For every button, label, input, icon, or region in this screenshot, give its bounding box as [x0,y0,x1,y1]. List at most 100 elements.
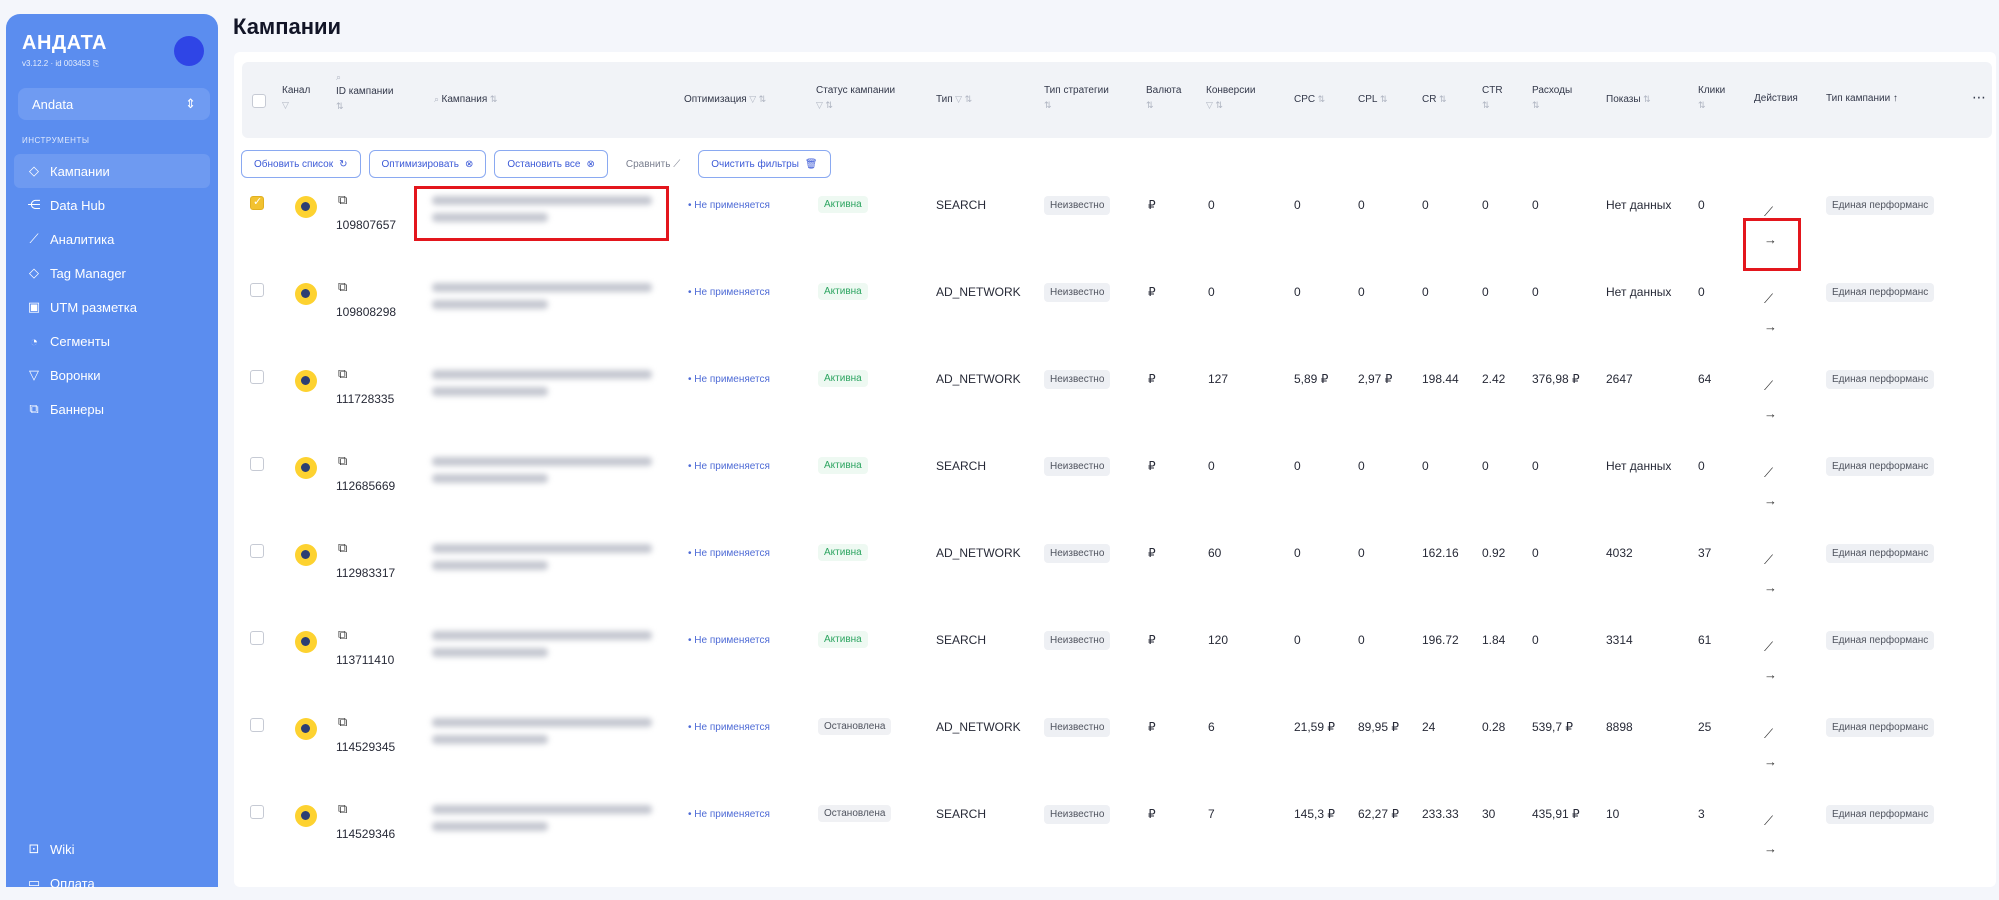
filter-icon[interactable]: ▽ ⇅ [1206,100,1223,110]
row-checkbox[interactable] [250,457,264,471]
arrow-right-icon[interactable]: → [1764,667,1777,682]
chart-icon[interactable]: ⟋ [1764,726,1773,742]
col-impressions[interactable]: Показы ⇅ [1606,92,1651,107]
chart-icon[interactable]: ⟋ [1764,378,1773,394]
col-currency[interactable]: Валюта ⇅ [1146,84,1181,113]
sort-asc-icon[interactable]: ↑ [1890,93,1898,104]
sort-icon[interactable]: ⇅ [336,101,344,111]
sidebar-item-funnels[interactable]: ▽ Воронки [14,358,210,392]
filter-icon[interactable]: ▽ ⇅ [747,94,766,104]
sidebar-item-segments[interactable]: ◔ Сегменты [14,324,210,358]
row-checkbox[interactable] [250,631,264,645]
arrow-right-icon[interactable]: → [1764,493,1777,508]
sort-icon[interactable]: ⇅ [487,94,498,104]
campaign-name[interactable] [432,457,664,491]
col-strategy[interactable]: Тип стратегии ⇅ [1044,84,1109,113]
row-checkbox[interactable] [250,195,264,210]
sidebar-item-banners[interactable]: ⧉ Баннеры [14,392,210,426]
arrow-right-icon[interactable]: → [1764,319,1777,334]
col-channel[interactable]: Канал ▽ [282,84,310,113]
chart-icon[interactable]: ⟋ [1764,813,1773,829]
search-icon[interactable]: ⌕ [336,72,341,82]
sort-icon[interactable]: ⇅ [1436,94,1447,104]
col-cpc[interactable]: CPC ⇅ [1294,92,1325,107]
row-checkbox[interactable] [250,370,264,384]
row-checkbox[interactable] [250,283,264,297]
sort-icon[interactable]: ⇅ [1641,94,1651,104]
row-checkbox[interactable] [250,718,264,732]
row-checkbox[interactable] [250,544,264,558]
campaign-name[interactable] [432,544,664,578]
campaign-name[interactable] [432,805,664,839]
arrow-right-icon[interactable]: → [1764,841,1777,856]
copy-icon[interactable]: ⧉ [338,540,347,556]
avatar[interactable] [174,36,204,66]
col-campaign-type[interactable]: Тип кампании ↑ [1826,92,1898,106]
search-icon[interactable]: ⌕ [434,94,442,104]
chart-icon[interactable]: ⟋ [1764,552,1773,568]
table-row[interactable]: ⧉ 109808298 • Не применяется Активна AD_… [242,275,1992,362]
copy-icon[interactable]: ⧉ [338,366,347,382]
sidebar-item-wiki[interactable]: ⊡ Wiki [14,832,210,866]
table-row[interactable]: ⧉ 114529346 • Не применяется Остановлена… [242,797,1992,884]
table-row[interactable]: ⧉ 111728335 • Не применяется Активна AD_… [242,362,1992,449]
copy-icon[interactable]: ⧉ [338,627,347,643]
col-spend[interactable]: Расходы ⇅ [1532,84,1572,113]
sort-icon[interactable]: ⇅ [1698,100,1706,110]
table-row[interactable]: ⧉ 113711410 • Не применяется Активна SEA… [242,623,1992,710]
copy-icon[interactable]: ⧉ [338,801,347,817]
sidebar-item-data-hub[interactable]: ⋲ Data Hub [14,188,210,222]
more-columns-button[interactable]: ⋯ [1972,90,1986,104]
copy-icon[interactable]: ⧉ [338,192,347,208]
arrow-right-icon[interactable]: → [1764,406,1777,421]
workspace-select[interactable]: Andata ⇕ [18,88,210,120]
col-optimization[interactable]: Оптимизация ▽ ⇅ [684,92,766,107]
chart-icon[interactable]: ⟋ [1764,291,1773,307]
sidebar-item-analytics[interactable]: ⟋ Аналитика [14,222,210,256]
sort-icon[interactable]: ⇅ [1315,94,1326,104]
campaign-name[interactable] [432,283,664,317]
col-clicks[interactable]: Клики ⇅ [1698,84,1725,113]
campaign-name[interactable] [432,718,664,752]
select-all-checkbox[interactable] [252,94,266,108]
clear-filters-button[interactable]: Очистить фильтры 🗑 [698,150,831,178]
col-id[interactable]: ⌕ ID кампании ⇅ [336,70,393,114]
filter-icon[interactable]: ▽ ⇅ [816,100,833,110]
table-row[interactable]: ⧉ 112983317 • Не применяется Активна AD_… [242,536,1992,623]
brand-logo[interactable]: АНДАТА [22,32,107,55]
sort-icon[interactable]: ⇅ [1146,100,1154,110]
col-status[interactable]: Статус кампании ▽ ⇅ [816,84,916,113]
sort-icon[interactable]: ⇅ [1482,100,1490,110]
sort-icon[interactable]: ⇅ [1044,100,1052,110]
sidebar-item-payment[interactable]: ▭ Оплата [14,866,210,900]
copy-icon[interactable]: ⧉ [338,453,347,469]
col-cr[interactable]: CR ⇅ [1422,92,1447,107]
sidebar-item-campaigns[interactable]: ◇ Кампании [14,154,210,188]
campaign-name[interactable] [432,370,664,404]
filter-icon[interactable]: ▽ ⇅ [953,94,972,104]
copy-icon[interactable]: ⧉ [338,279,347,295]
sort-icon[interactable]: ⇅ [1377,94,1388,104]
copy-icon[interactable]: ⧉ [338,714,347,730]
stop-all-button[interactable]: Остановить все ⊗ [494,150,608,178]
arrow-right-icon[interactable]: → [1764,580,1777,595]
campaign-name[interactable] [432,631,664,665]
row-checkbox[interactable] [250,805,264,819]
filter-icon[interactable]: ▽ [282,100,289,110]
table-row[interactable]: ⧉ 114529345 • Не применяется Остановлена… [242,710,1992,797]
chart-icon[interactable]: ⟋ [1764,465,1773,481]
optimize-button[interactable]: Оптимизировать ⊗ [368,150,487,178]
col-campaign[interactable]: ⌕ Кампания ⇅ [434,92,497,107]
compare-button[interactable]: Сравнить ⟋ [616,159,690,170]
arrow-right-icon[interactable]: → [1764,754,1777,769]
sidebar-item-tag-manager[interactable]: ◇ Tag Manager [14,256,210,290]
sidebar-item-utm[interactable]: ▣ UTM разметка [14,290,210,324]
col-ctr[interactable]: CTR ⇅ [1482,84,1503,113]
sort-icon[interactable]: ⇅ [1532,100,1540,110]
chart-icon[interactable]: ⟋ [1764,639,1773,655]
col-cpl[interactable]: CPL ⇅ [1358,92,1388,107]
refresh-list-button[interactable]: Обновить список ↻ [241,150,361,178]
table-row[interactable]: ⧉ 112685669 • Не применяется Активна SEA… [242,449,1992,536]
col-conversions[interactable]: Конверсии ▽ ⇅ [1206,84,1255,113]
col-type[interactable]: Тип ▽ ⇅ [936,92,972,107]
